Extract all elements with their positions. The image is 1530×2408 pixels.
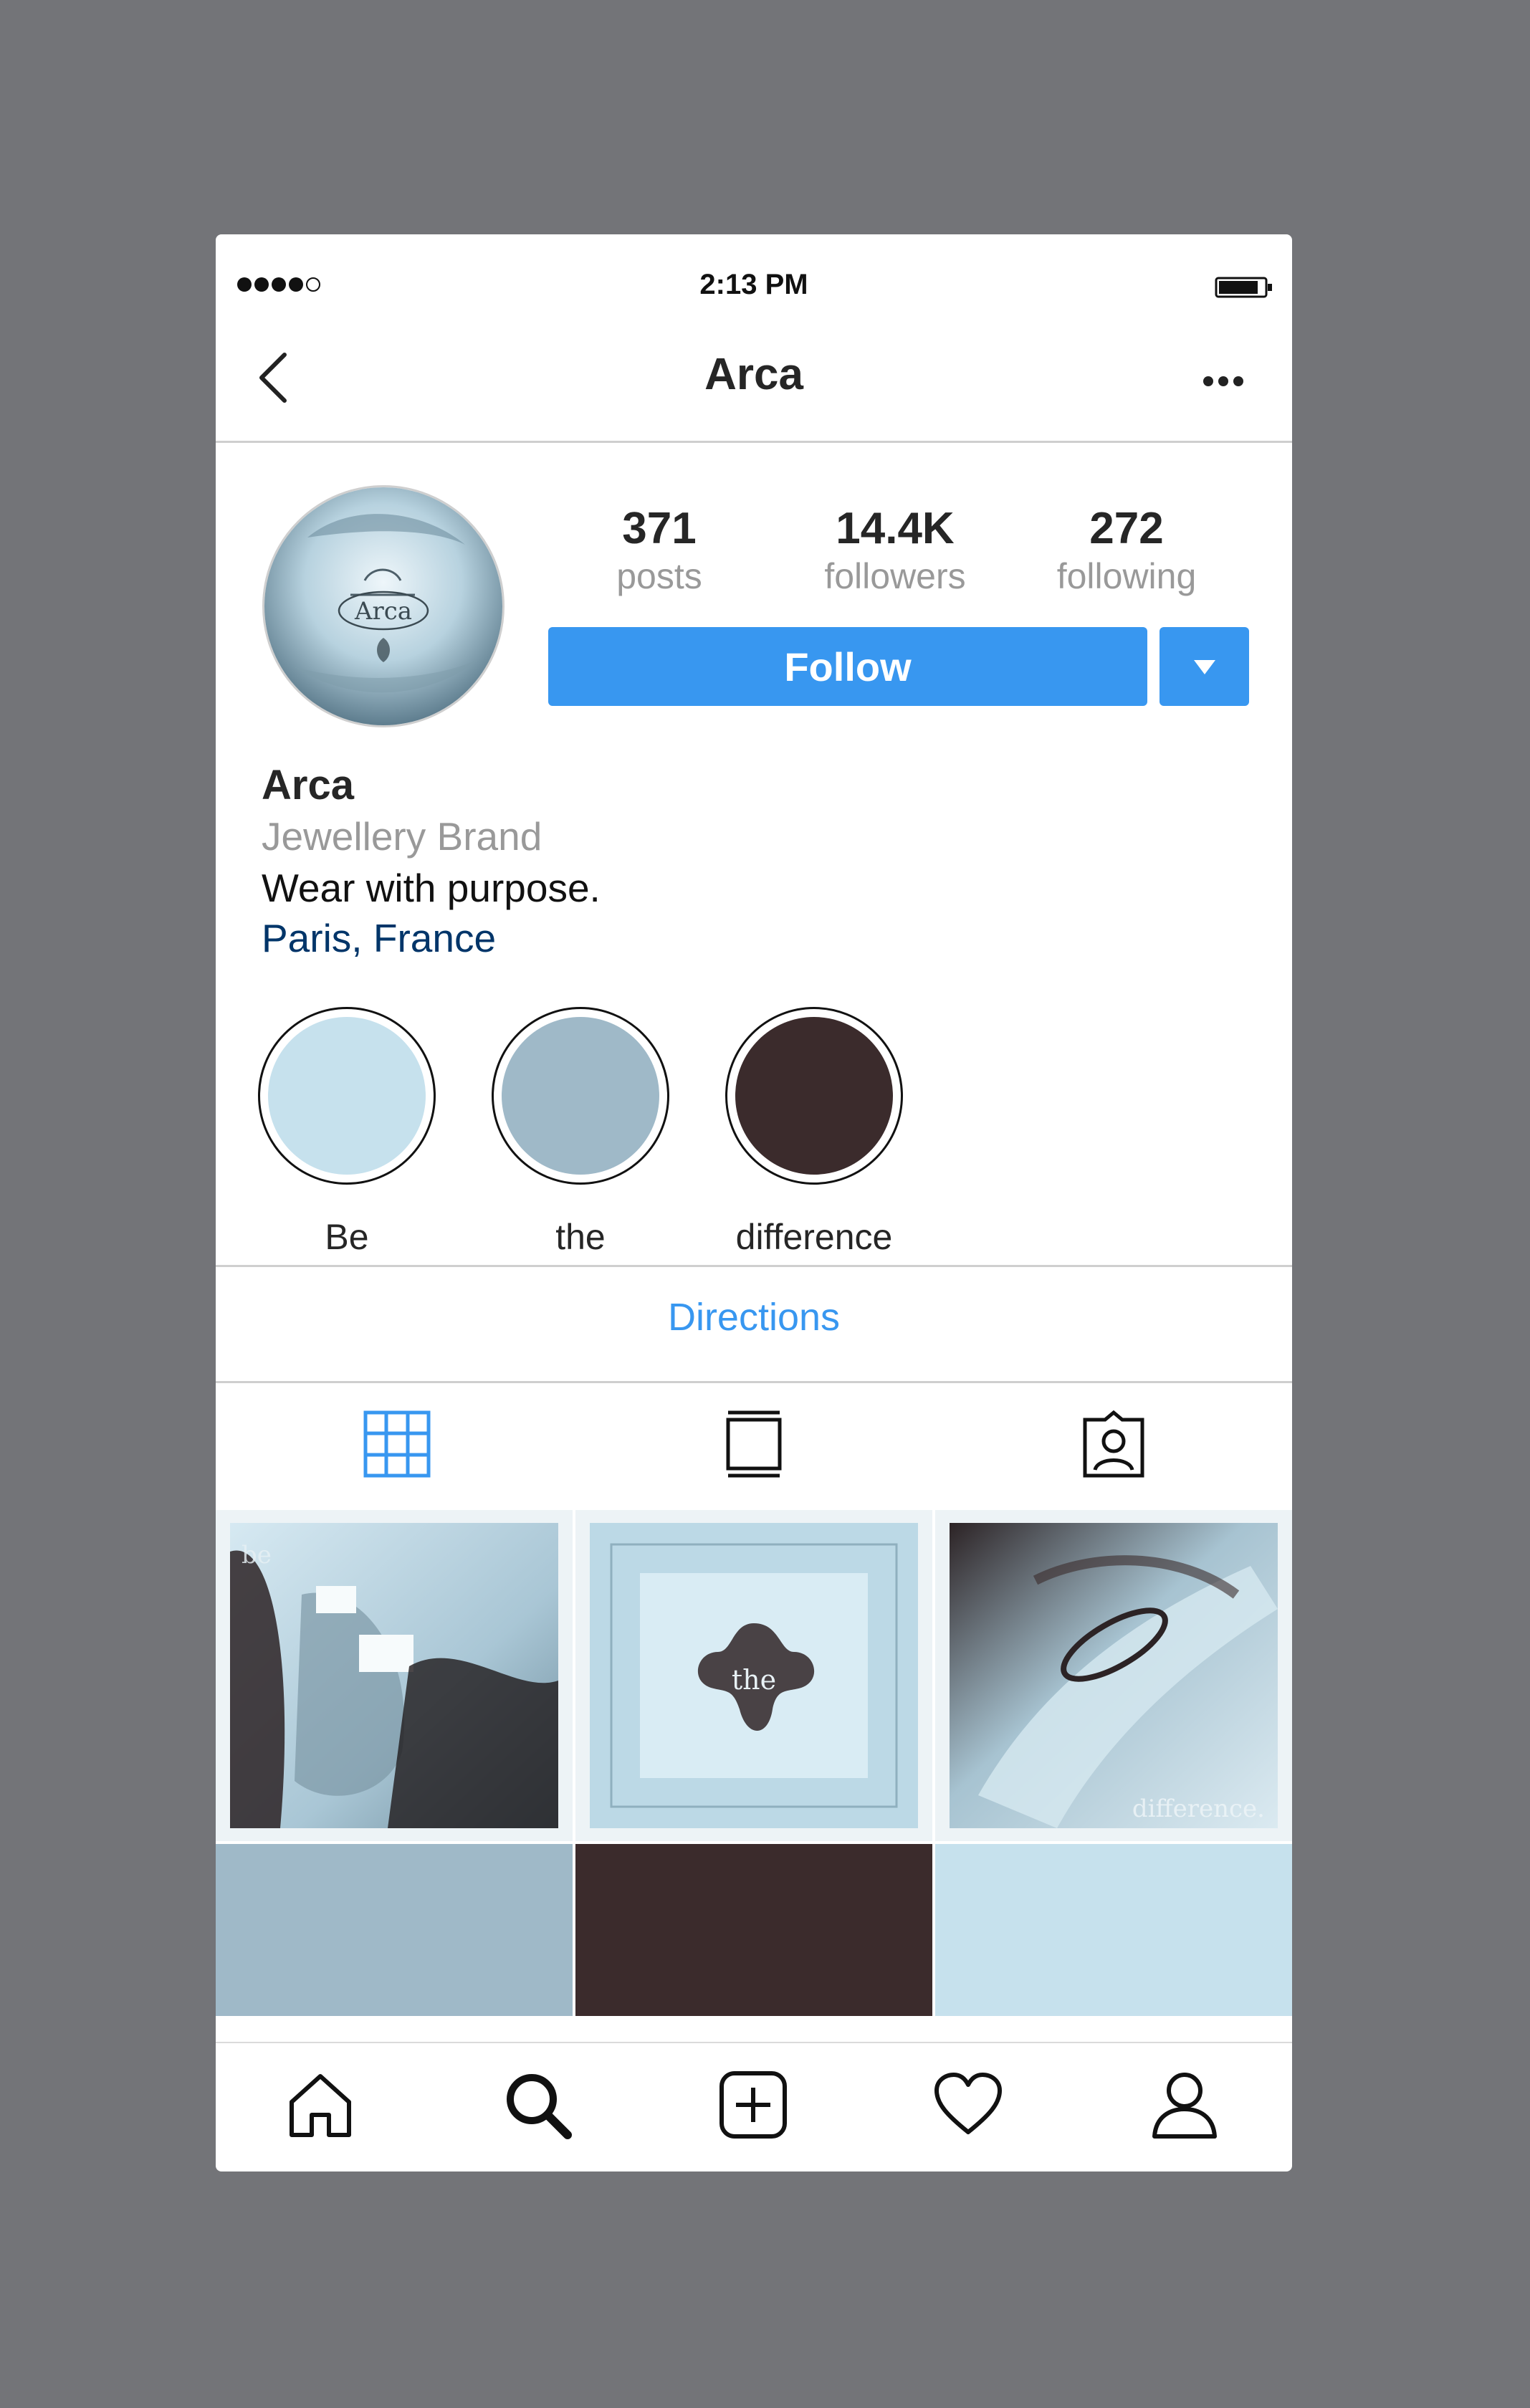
post-thumbnail[interactable]: the <box>575 1510 932 1841</box>
follow-button[interactable]: Follow <box>548 627 1147 706</box>
add-post-icon[interactable] <box>717 2069 789 2141</box>
post-caption: the <box>732 1664 776 1696</box>
post-thumbnail[interactable] <box>575 1844 932 2016</box>
avatar-logo-text: Arca <box>354 597 412 626</box>
battery-icon <box>1215 277 1272 298</box>
post-thumbnail[interactable] <box>216 1844 573 2016</box>
post-thumbnail[interactable]: difference. <box>935 1510 1292 1841</box>
stat-posts[interactable]: 371 posts <box>566 504 752 596</box>
page-title: Arca <box>704 350 803 399</box>
directions-divider <box>216 1381 1292 1383</box>
status-time: 2:13 PM <box>699 269 808 300</box>
stat-value: 272 <box>1089 504 1164 553</box>
stat-label: following <box>1056 556 1197 596</box>
highlight-label: difference <box>735 1217 893 1257</box>
stat-followers[interactable]: 14.4K followers <box>802 504 988 596</box>
profile-location-link[interactable]: Paris, France <box>262 915 496 961</box>
highlight-cover <box>268 1017 426 1175</box>
story-highlight-be[interactable] <box>258 1007 436 1185</box>
tagged-icon[interactable] <box>1079 1410 1148 1478</box>
post-thumbnail[interactable]: be <box>216 1510 573 1841</box>
post-image: difference. <box>950 1523 1278 1828</box>
feed-icon[interactable] <box>719 1410 788 1478</box>
more-dots-icon[interactable] <box>1202 375 1245 388</box>
stat-value: 14.4K <box>836 504 955 553</box>
avatar[interactable]: Arca <box>262 485 505 727</box>
stat-label: followers <box>824 556 966 596</box>
post-thumbnail[interactable] <box>935 1844 1292 2016</box>
highlight-cover <box>735 1017 893 1175</box>
grid-icon[interactable] <box>363 1410 431 1478</box>
highlights-divider <box>216 1265 1292 1267</box>
profile-name: Arca <box>262 762 354 808</box>
highlight-cover <box>502 1017 659 1175</box>
story-highlight-difference[interactable] <box>725 1007 903 1185</box>
suggested-dropdown-button[interactable] <box>1160 627 1249 706</box>
phone-frame: 2:13 PM Arca Arca 371 posts 14.4K follow… <box>216 234 1292 2172</box>
story-highlight-the[interactable] <box>492 1007 669 1185</box>
stat-following[interactable]: 272 following <box>1033 504 1220 596</box>
header-divider <box>216 441 1292 443</box>
highlight-label: the <box>555 1217 606 1257</box>
profile-icon[interactable] <box>1149 2069 1220 2141</box>
highlight-label: Be <box>325 1217 369 1257</box>
post-caption: be <box>242 1541 272 1570</box>
bottom-bar-divider <box>216 2042 1292 2043</box>
profile-bio: Wear with purpose. <box>262 866 601 910</box>
caret-down-icon <box>1193 660 1215 674</box>
home-icon[interactable] <box>285 2069 356 2141</box>
post-image: be <box>230 1523 558 1828</box>
stat-label: posts <box>616 556 702 596</box>
stat-value: 371 <box>622 504 697 553</box>
search-icon[interactable] <box>502 2069 573 2141</box>
directions-button[interactable]: Directions <box>216 1295 1292 1339</box>
post-image: the <box>590 1523 918 1828</box>
heart-icon[interactable] <box>932 2069 1004 2141</box>
profile-category: Jewellery Brand <box>262 814 542 859</box>
post-caption: difference. <box>1132 1795 1265 1823</box>
